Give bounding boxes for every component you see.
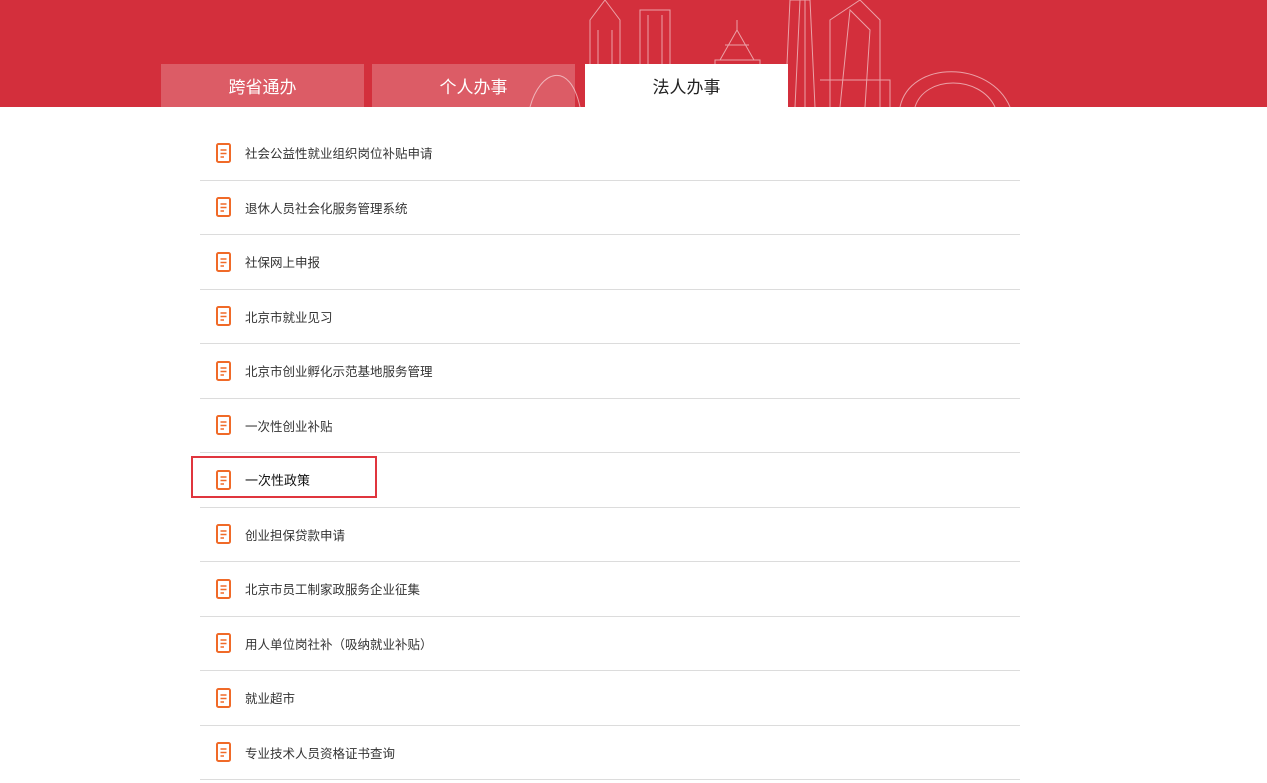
- service-item-label: 一次性政策: [245, 474, 311, 490]
- tab-legal-entity-affairs[interactable]: 法人办事: [585, 64, 788, 107]
- service-item-label: 北京市就业见习: [245, 309, 333, 325]
- service-item[interactable]: 创业担保贷款申请: [200, 508, 1020, 562]
- service-item-label: 就业超市: [245, 691, 296, 707]
- document-icon: [216, 633, 231, 654]
- document-icon: [216, 197, 231, 218]
- service-item-label: 专业技术人员资格证书查询: [245, 745, 396, 761]
- document-icon: [216, 742, 231, 763]
- document-icon: [216, 415, 231, 436]
- service-item[interactable]: 社保网上申报: [200, 235, 1020, 290]
- service-item-highlighted[interactable]: 一次性政策: [191, 453, 1020, 508]
- service-item-label: 一次性创业补贴: [245, 418, 333, 434]
- document-icon: [216, 578, 231, 599]
- service-item-label: 退休人员社会化服务管理系统: [245, 200, 408, 216]
- tab-cross-province[interactable]: 跨省通办: [161, 64, 364, 107]
- service-item-label: 北京市创业孵化示范基地服务管理: [245, 364, 433, 380]
- service-item-label: 用人单位岗社补（吸纳就业补贴）: [245, 636, 433, 652]
- document-icon: [216, 360, 231, 381]
- document-icon: [216, 687, 231, 708]
- service-item[interactable]: 北京市创业孵化示范基地服务管理: [200, 344, 1020, 399]
- header-banner: 跨省通办 个人办事 法人办事: [0, 0, 1267, 107]
- service-item[interactable]: 北京市员工制家政服务企业征集: [200, 562, 1020, 617]
- document-icon: [216, 142, 231, 163]
- tab-personal-affairs[interactable]: 个人办事: [372, 64, 575, 107]
- document-icon: [216, 251, 231, 272]
- document-icon: [216, 469, 231, 490]
- service-item-label: 社会公益性就业组织岗位补贴申请: [245, 146, 433, 162]
- service-item[interactable]: 就业超市: [200, 671, 1020, 726]
- service-item-label: 北京市员工制家政服务企业征集: [245, 582, 421, 598]
- service-item-label: 社保网上申报: [245, 255, 321, 271]
- tab-bar: 跨省通办 个人办事 法人办事: [161, 64, 796, 107]
- service-list: 社会公益性就业组织岗位补贴申请 退休人员社会化服务管理系统 社保网上申报 北京市…: [191, 126, 1020, 780]
- service-item[interactable]: 用人单位岗社补（吸纳就业补贴）: [200, 617, 1020, 671]
- document-icon: [216, 306, 231, 327]
- service-item[interactable]: 社会公益性就业组织岗位补贴申请: [200, 126, 1020, 181]
- service-item[interactable]: 北京市就业见习: [200, 290, 1020, 344]
- document-icon: [216, 524, 231, 545]
- service-item[interactable]: 一次性创业补贴: [200, 399, 1020, 453]
- service-item[interactable]: 专业技术人员资格证书查询: [200, 726, 1020, 780]
- service-item[interactable]: 退休人员社会化服务管理系统: [200, 181, 1020, 235]
- service-item-label: 创业担保贷款申请: [245, 527, 346, 543]
